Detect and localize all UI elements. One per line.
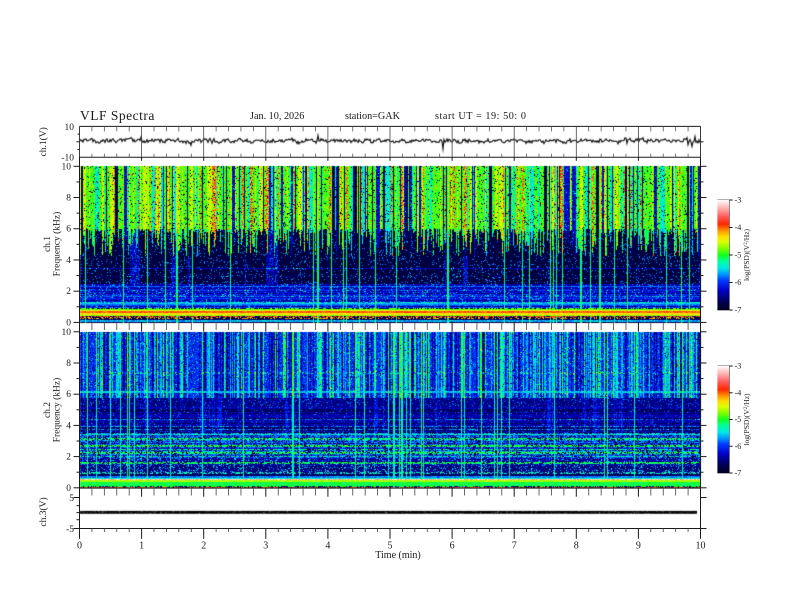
svg-text:1: 1 — [139, 541, 144, 552]
svg-text:4: 4 — [66, 256, 71, 266]
svg-text:Frequency (kHz): Frequency (kHz) — [52, 212, 63, 277]
svg-text:-5: -5 — [735, 415, 742, 424]
svg-text:8: 8 — [66, 359, 71, 369]
svg-text:4: 4 — [325, 541, 330, 552]
svg-text:7: 7 — [512, 541, 517, 552]
svg-text:2: 2 — [201, 541, 206, 552]
svg-text:6: 6 — [66, 225, 71, 235]
svg-text:-6: -6 — [735, 278, 742, 287]
svg-text:5: 5 — [69, 494, 74, 504]
svg-text:2: 2 — [66, 453, 71, 463]
svg-text:6: 6 — [66, 390, 71, 400]
svg-text:log(PSD)(V2/Hz): log(PSD)(V2/Hz) — [742, 393, 751, 446]
svg-text:10: 10 — [62, 162, 72, 172]
svg-text:VLF Spectra: VLF Spectra — [80, 108, 155, 123]
svg-text:station=GAK: station=GAK — [345, 111, 401, 122]
svg-text:-7: -7 — [735, 306, 742, 315]
svg-text:-4: -4 — [735, 388, 742, 397]
svg-text:-6: -6 — [735, 442, 742, 451]
svg-text:8: 8 — [574, 541, 579, 552]
svg-text:start UT = 19: 50: 0: start UT = 19: 50: 0 — [435, 111, 527, 122]
svg-text:10: 10 — [65, 123, 75, 133]
svg-text:ch.3(V): ch.3(V) — [38, 497, 49, 526]
svg-text:9: 9 — [636, 541, 641, 552]
svg-text:Jan. 10, 2026: Jan. 10, 2026 — [250, 111, 304, 122]
svg-text:-5: -5 — [735, 251, 742, 260]
svg-text:10: 10 — [62, 328, 72, 338]
svg-text:2: 2 — [66, 287, 71, 297]
svg-text:6: 6 — [450, 541, 455, 552]
svg-text:-3: -3 — [735, 196, 742, 205]
svg-text:3: 3 — [263, 541, 268, 552]
svg-text:ch.1: ch.1 — [43, 236, 53, 252]
svg-text:-4: -4 — [735, 223, 742, 232]
svg-text:-3: -3 — [735, 362, 742, 371]
svg-text:0: 0 — [66, 484, 71, 494]
svg-text:log(PSD)(V2/Hz): log(PSD)(V2/Hz) — [742, 228, 751, 281]
svg-text:ch.2: ch.2 — [43, 402, 53, 418]
svg-text:Frequency (kHz): Frequency (kHz) — [52, 378, 63, 443]
svg-text:ch.1(V): ch.1(V) — [38, 127, 49, 156]
svg-text:Time (min): Time (min) — [375, 550, 420, 561]
svg-text:8: 8 — [66, 194, 71, 204]
svg-text:-5: -5 — [66, 525, 74, 535]
svg-text:0: 0 — [77, 541, 82, 552]
svg-text:-7: -7 — [735, 469, 742, 478]
svg-text:10: 10 — [696, 541, 706, 552]
svg-text:4: 4 — [66, 421, 71, 431]
